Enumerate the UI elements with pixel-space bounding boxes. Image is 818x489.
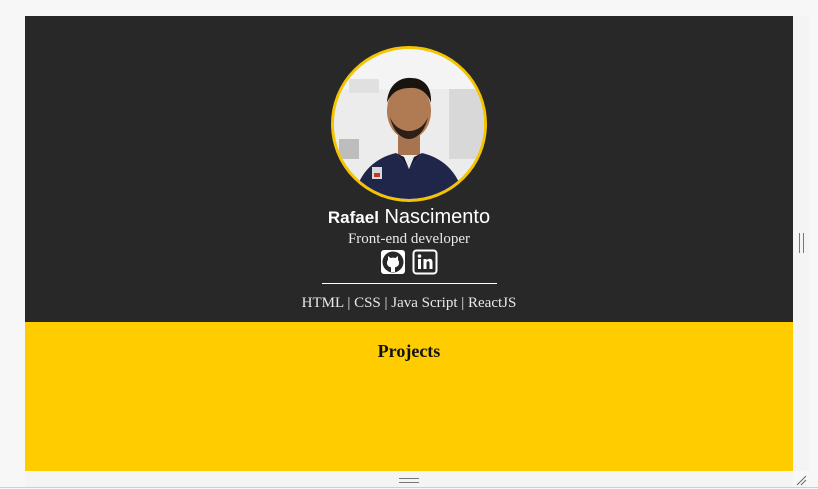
- vertical-resize-grip-icon[interactable]: [799, 233, 804, 253]
- github-link[interactable]: [380, 249, 406, 275]
- profile-header: Rafael Nascimento Front-end developer HT…: [25, 16, 793, 322]
- profile-name: Rafael Nascimento: [25, 204, 793, 231]
- skills-list: HTML | CSS | Java Script | ReactJS: [301, 295, 517, 311]
- github-icon: [381, 250, 405, 274]
- linkedin-link[interactable]: [412, 249, 438, 275]
- profile-role: Front-end developer: [347, 231, 471, 247]
- projects-heading: Projects: [377, 341, 441, 361]
- bottom-border: [0, 487, 818, 488]
- header-divider: [322, 283, 497, 284]
- page-viewport: Rafael Nascimento Front-end developer HT…: [25, 16, 793, 471]
- linkedin-icon: [412, 249, 438, 275]
- profile-photo: [334, 49, 484, 199]
- avatar: [331, 46, 487, 202]
- resize-handle-icon[interactable]: [795, 474, 807, 486]
- horizontal-resize-grip-icon[interactable]: [399, 478, 419, 483]
- social-links: [380, 249, 440, 275]
- last-name: Nascimento: [384, 206, 491, 228]
- first-name: Rafael: [327, 208, 379, 227]
